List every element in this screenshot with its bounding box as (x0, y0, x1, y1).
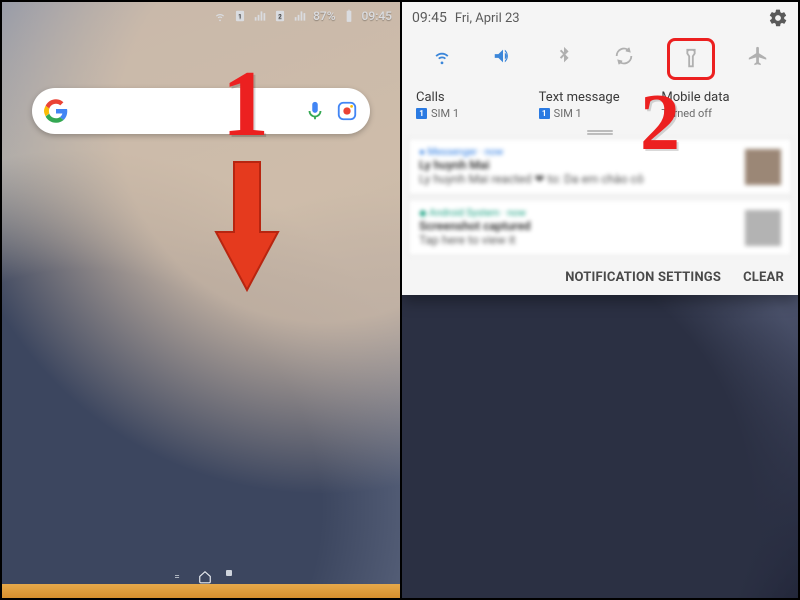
qs-airplane[interactable] (740, 38, 776, 74)
sim-chip-icon: 1 (539, 108, 550, 119)
clear-button[interactable]: CLEAR (743, 270, 784, 285)
sim-text-sub: SIM 1 (554, 107, 582, 120)
sim-calls-label: Calls (416, 90, 539, 105)
annotation-step-1: 1 (222, 50, 269, 158)
home-indicator-icon (198, 570, 212, 584)
shade-time: 09:45 (412, 10, 447, 26)
notification-shade[interactable]: 09:45 Fri, April 23 Calls 1SIM 1 Text me… (402, 2, 798, 295)
svg-text:2: 2 (278, 12, 282, 20)
qs-wifi[interactable] (424, 38, 460, 74)
signal-icon (253, 9, 267, 23)
svg-text:1: 1 (238, 12, 242, 20)
homescreen-panel: 1 2 87% 09:45 1 = (2, 2, 400, 598)
sim-calls[interactable]: Calls 1 SIM 1 (416, 90, 539, 120)
qs-autorotate[interactable] (606, 38, 642, 74)
swipe-down-arrow (212, 154, 282, 294)
sim2-icon: 2 (273, 9, 287, 23)
sim1-icon: 1 (233, 9, 247, 23)
notification-panel: 09:45 Fri, April 23 Calls 1SIM 1 Text me… (400, 2, 798, 598)
qs-sound[interactable] (485, 38, 521, 74)
quick-settings-row (402, 30, 798, 86)
sim-settings-row: Calls 1SIM 1 Text message 1SIM 1 Mobile … (402, 86, 798, 128)
battery-percent: 87% (313, 9, 335, 23)
recents-indicator-icon: = (170, 570, 184, 584)
status-bar: 1 2 87% 09:45 (2, 2, 400, 30)
page-dot (226, 570, 232, 576)
sim-calls-sub: SIM 1 (431, 107, 459, 120)
gear-icon[interactable] (768, 8, 788, 28)
shade-drag-handle[interactable] (587, 130, 613, 132)
notification-card[interactable]: ◆ Android System · now Screenshot captur… (408, 199, 792, 256)
notification-card[interactable]: ● Messenger · now Ly huynh Mai Ly huynh … (408, 138, 792, 195)
shade-date: Fri, April 23 (455, 11, 520, 26)
google-logo-icon (44, 99, 68, 123)
google-lens-icon[interactable] (336, 100, 358, 122)
page-indicator: = (2, 570, 400, 584)
qs-flashlight[interactable] (667, 38, 715, 80)
battery-icon (342, 9, 356, 23)
notification-settings-button[interactable]: NOTIFICATION SETTINGS (565, 270, 721, 285)
notification-thumbnail (745, 149, 781, 185)
dock-bar (2, 584, 400, 598)
status-time: 09:45 (362, 9, 392, 23)
annotation-step-2: 2 (640, 78, 680, 169)
wifi-icon (213, 9, 227, 23)
qs-bluetooth[interactable] (546, 38, 582, 74)
notification-thumbnail (745, 210, 781, 246)
signal2-icon (293, 9, 307, 23)
google-search-bar[interactable] (32, 88, 370, 134)
sim-chip-icon: 1 (416, 108, 427, 119)
mic-icon[interactable] (304, 100, 326, 122)
